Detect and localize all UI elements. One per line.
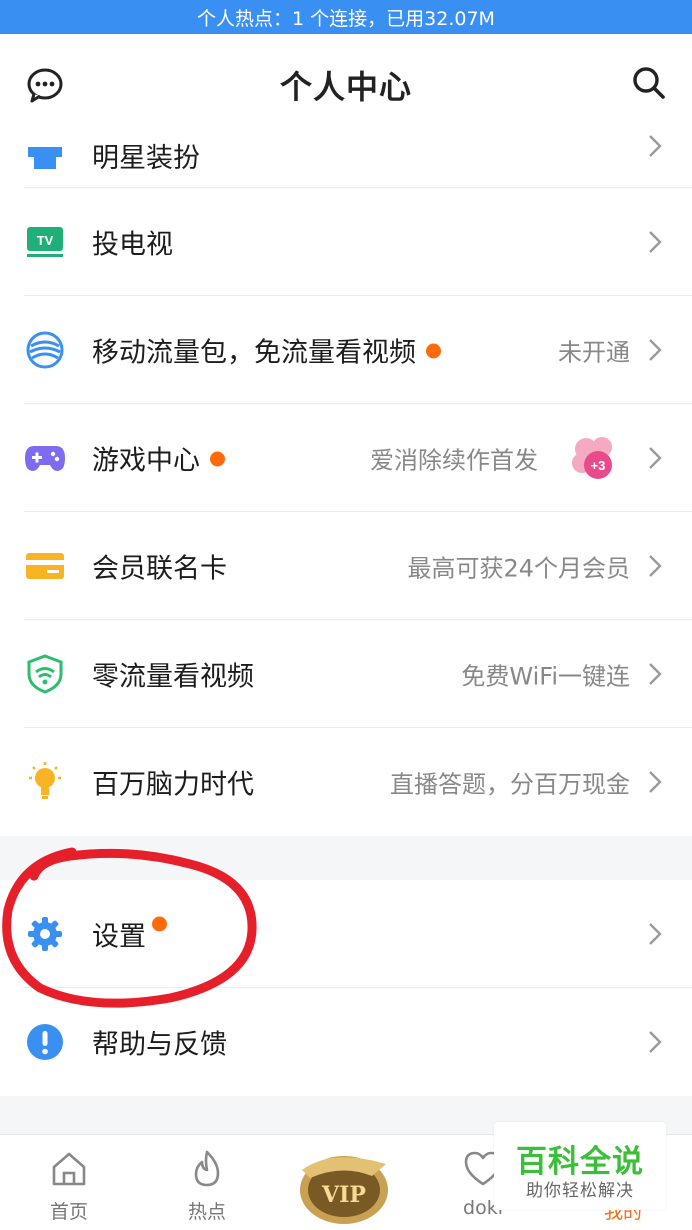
menu-item-label: 设置 — [92, 915, 167, 954]
menu-item-label: 投电视 — [92, 229, 173, 261]
shirt-icon — [24, 138, 66, 180]
page-header: 个人中心 — [0, 34, 692, 130]
flame-icon — [194, 1150, 220, 1187]
menu-item-label: 帮助与反馈 — [92, 1029, 227, 1061]
menu-item-help-feedback[interactable]: 帮助与反馈 — [0, 988, 692, 1096]
chevron-right-icon — [649, 135, 662, 157]
game-badge-text: +3 — [591, 458, 606, 473]
gamepad-icon — [24, 437, 66, 479]
tv-icon: TV — [24, 221, 66, 263]
tab-label: 首页 — [49, 1201, 88, 1223]
section-divider — [0, 838, 692, 880]
chevron-right-icon — [649, 231, 662, 253]
tab-home[interactable]: 首页 — [14, 1135, 124, 1230]
menu-list-settings: 设置 帮助与反馈 — [0, 880, 692, 1096]
menu-item-promo: 免费WiFi一键连 — [461, 662, 630, 691]
home-icon — [52, 1152, 86, 1186]
chevron-right-icon — [649, 663, 662, 685]
search-icon[interactable] — [632, 66, 666, 100]
watermark-subtitle: 助你轻松解决 — [526, 1181, 634, 1201]
chevron-right-icon — [649, 1031, 662, 1053]
vip-game-badge[interactable]: VIP — [292, 1140, 396, 1228]
menu-item-settings[interactable]: 设置 — [0, 880, 692, 988]
menu-item-label: 百万脑力时代 — [92, 769, 254, 801]
menu-item-status: 未开通 — [558, 338, 630, 367]
lightbulb-icon — [24, 761, 66, 803]
menu-item-label: 移动流量包，免流量看视频 — [92, 331, 441, 370]
notification-dot — [210, 451, 225, 467]
menu-item-promo: 直播答题，分百万现金 — [390, 770, 630, 799]
china-mobile-icon — [24, 329, 66, 371]
hotspot-status-bar[interactable]: 个人热点：1 个连接，已用32.07M — [0, 0, 692, 34]
chevron-right-icon — [649, 923, 662, 945]
menu-item-member-card[interactable]: 会员联名卡 最高可获24个月会员 — [0, 512, 692, 620]
menu-item-promo: 最高可获24个月会员 — [407, 554, 630, 583]
menu-item-cast-tv[interactable]: TV 投电视 — [0, 188, 692, 296]
wifi-shield-icon — [24, 653, 66, 695]
menu-item-game-center[interactable]: 游戏中心 爱消除续作首发 +3 — [0, 404, 692, 512]
game-promo-icon: +3 — [572, 437, 612, 479]
chevron-right-icon — [649, 447, 662, 469]
menu-item-promo: 爱消除续作首发 — [370, 446, 538, 475]
tab-label: 热点 — [187, 1201, 226, 1223]
menu-item-star-dressup[interactable]: 明星装扮 — [0, 130, 692, 188]
watermark-title: 百科全说 — [516, 1144, 644, 1180]
menu-item-label: 明星装扮 — [92, 143, 200, 174]
card-icon — [24, 545, 66, 587]
menu-item-label: 会员联名卡 — [92, 553, 227, 585]
menu-item-label: 零流量看视频 — [92, 661, 254, 693]
notification-dot — [426, 343, 441, 359]
page-title: 个人中心 — [279, 68, 412, 106]
menu-item-label: 游戏中心 — [92, 439, 225, 478]
svg-text:TV: TV — [37, 233, 54, 248]
exclamation-icon — [24, 1021, 66, 1063]
chevron-right-icon — [649, 555, 662, 577]
menu-list-main: 明星装扮 TV 投电视 移动流量包，免流量看视频 未开通 游戏中心 爱消除续作首… — [0, 130, 692, 836]
menu-item-mobile-data[interactable]: 移动流量包，免流量看视频 未开通 — [0, 296, 692, 404]
gear-icon — [24, 913, 66, 955]
vip-text: VIP — [321, 1182, 366, 1208]
tab-hot[interactable]: 热点 — [152, 1135, 262, 1230]
chevron-right-icon — [649, 339, 662, 361]
watermark: 百科全说 助你轻松解决 — [494, 1122, 666, 1210]
chevron-right-icon — [649, 771, 662, 793]
menu-item-free-wifi[interactable]: 零流量看视频 免费WiFi一键连 — [0, 620, 692, 728]
hotspot-text: 个人热点：1 个连接，已用32.07M — [197, 7, 495, 30]
notification-dot — [152, 916, 167, 932]
menu-item-brain-quiz[interactable]: 百万脑力时代 直播答题，分百万现金 — [0, 728, 692, 836]
